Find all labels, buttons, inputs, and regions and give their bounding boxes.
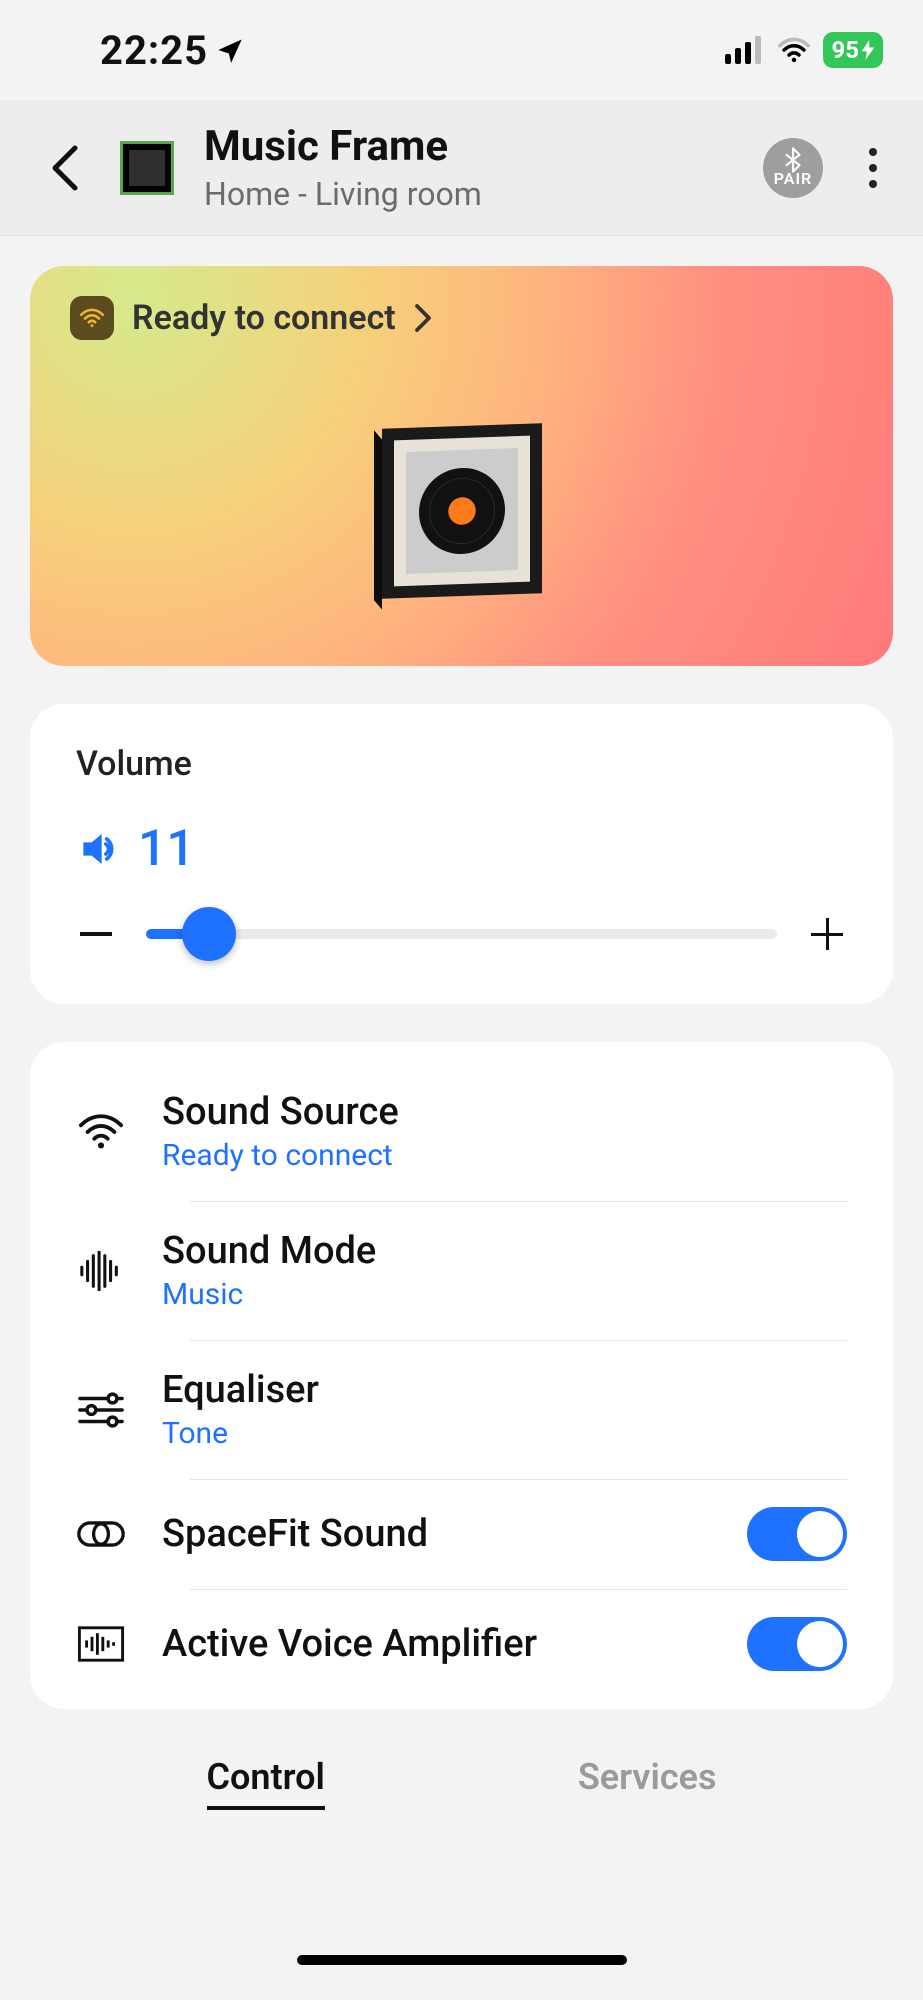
speaker-icon: [80, 831, 120, 867]
spacefit-title: SpaceFit Sound: [162, 1512, 711, 1556]
equaliser-row[interactable]: Equaliser Tone: [30, 1340, 893, 1479]
sound-mode-row[interactable]: Sound Mode Music: [30, 1201, 893, 1340]
sound-source-title: Sound Source: [162, 1090, 847, 1134]
device-icon: [120, 141, 174, 195]
more-button[interactable]: [853, 138, 893, 198]
sound-source-row[interactable]: Sound Source Ready to connect: [30, 1062, 893, 1201]
status-time: 22:25: [100, 27, 244, 74]
back-button[interactable]: [40, 138, 90, 198]
home-indicator[interactable]: [297, 1955, 627, 1965]
spacefit-row: SpaceFit Sound: [30, 1479, 893, 1589]
sound-mode-title: Sound Mode: [162, 1229, 847, 1273]
volume-card: Volume 11: [30, 704, 893, 1004]
equaliser-icon: [78, 1390, 124, 1430]
sound-mode-sub: Music: [162, 1277, 847, 1312]
more-icon: [869, 148, 877, 188]
volume-slider[interactable]: [146, 929, 777, 939]
tab-services[interactable]: Services: [578, 1756, 717, 1810]
hero-card[interactable]: Ready to connect: [30, 266, 893, 666]
page-header: Music Frame Home - Living room PAIR: [0, 100, 923, 236]
volume-slider-thumb[interactable]: [182, 907, 236, 961]
spacefit-toggle[interactable]: [747, 1507, 847, 1561]
pair-label: PAIR: [774, 169, 812, 188]
chevron-left-icon: [51, 144, 79, 192]
pair-button[interactable]: PAIR: [763, 138, 823, 198]
volume-title: Volume: [76, 744, 847, 784]
battery-indicator: 95: [823, 32, 883, 68]
volume-value: 11: [138, 820, 195, 878]
sound-source-sub: Ready to connect: [162, 1138, 847, 1173]
wifi-icon: [79, 308, 105, 328]
clock-text: 22:25: [100, 27, 208, 74]
page-subtitle: Home - Living room: [204, 175, 733, 213]
wifi-icon: [777, 37, 811, 63]
ava-title: Active Voice Amplifier: [162, 1622, 711, 1666]
battery-text: 95: [831, 36, 859, 64]
ava-row: Active Voice Amplifier: [30, 1589, 893, 1699]
hero-status-text: Ready to connect: [132, 298, 396, 338]
status-bar: 22:25 95: [0, 0, 923, 100]
tab-control[interactable]: Control: [207, 1756, 325, 1810]
volume-down-button[interactable]: [76, 914, 116, 954]
equaliser-title: Equaliser: [162, 1368, 847, 1412]
sound-waveform-icon: [78, 1251, 124, 1291]
volume-up-button[interactable]: [807, 914, 847, 954]
ready-icon-badge: [70, 296, 114, 340]
spacefit-icon: [77, 1517, 125, 1551]
settings-list: Sound Source Ready to connect Sound Mode…: [30, 1042, 893, 1709]
cellular-icon: [725, 36, 765, 64]
voice-amplifier-icon: [77, 1626, 125, 1662]
chevron-right-icon: [414, 303, 432, 333]
equaliser-sub: Tone: [162, 1416, 847, 1451]
page-title: Music Frame: [204, 122, 733, 171]
device-artwork: [382, 426, 542, 596]
charging-icon: [861, 40, 875, 60]
bottom-tabs: Control Services: [0, 1726, 923, 1840]
status-indicators: 95: [725, 32, 883, 68]
location-icon: [216, 36, 244, 64]
wifi-icon: [78, 1114, 124, 1150]
ava-toggle[interactable]: [747, 1617, 847, 1671]
